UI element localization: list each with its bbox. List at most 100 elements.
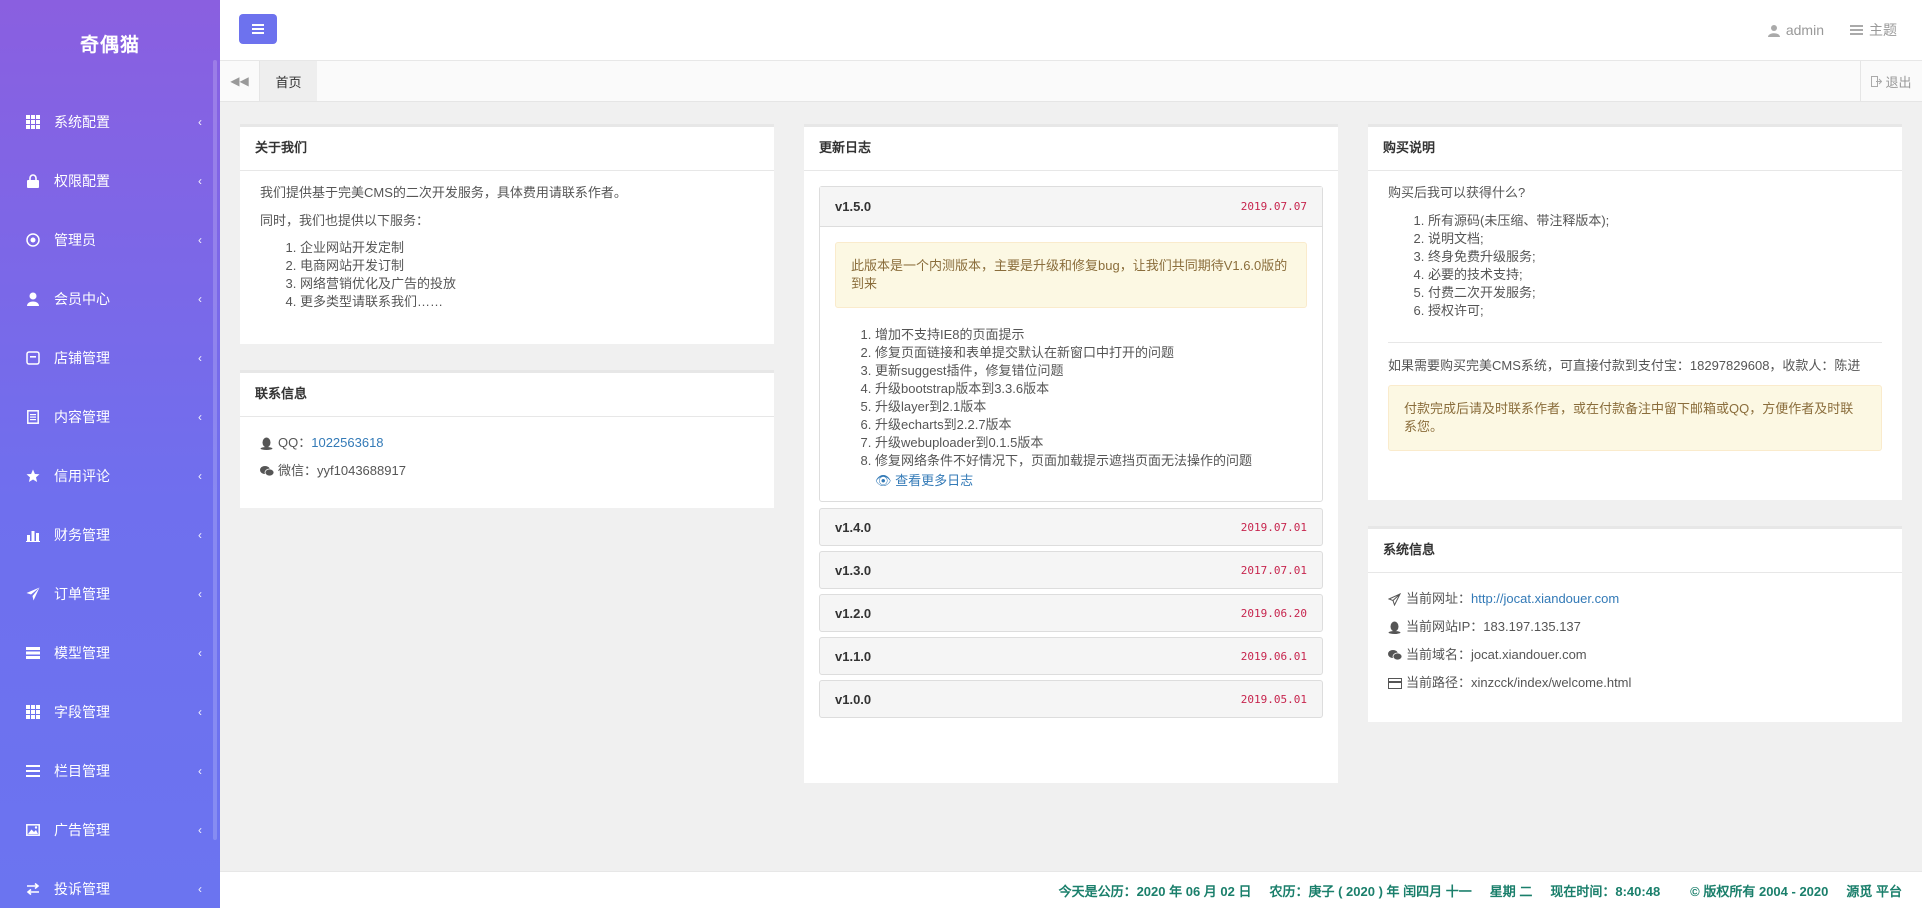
sidebar-item[interactable]: 订单管理 ‹ <box>0 564 220 623</box>
document-icon <box>24 408 42 426</box>
footer: 今天是公历：2020 年 06 月 02 日 农历：庚子 ( 2020 ) 年 … <box>220 871 1922 908</box>
version-date: 2017.07.01 <box>1240 563 1307 577</box>
changelog-panel: 更新日志 v1.5.0 2019.07.07 此版本是一个内测版本，主要是升级和… <box>804 124 1338 783</box>
sidebar-item-label: 权限配置 <box>54 172 110 189</box>
sidebar-item-label: 财务管理 <box>54 526 110 543</box>
version-panel-open: v1.5.0 2019.07.07 此版本是一个内测版本，主要是升级和修复bug… <box>819 186 1323 502</box>
brand-logo[interactable]: 奇偶猫 <box>0 0 220 92</box>
version-date: 2019.05.01 <box>1240 692 1307 706</box>
chevron-left-icon: ‹ <box>198 586 202 601</box>
sidebar-item[interactable]: 信用评论 ‹ <box>0 446 220 505</box>
sidebar-item-label: 信用评论 <box>54 467 110 484</box>
wechat-value: yyf1043688917 <box>317 463 406 478</box>
ip-value: 183.197.135.137 <box>1483 619 1581 634</box>
qq-label: QQ： <box>278 435 312 450</box>
exchange-icon <box>24 880 42 898</box>
sidebar-item[interactable]: 栏目管理 ‹ <box>0 741 220 800</box>
sidebar-item[interactable]: 店铺管理 ‹ <box>0 328 220 387</box>
qq-link[interactable]: 1022563618 <box>311 434 383 452</box>
sidebar-item-label: 管理员 <box>54 231 96 248</box>
wechat-icon <box>260 465 276 477</box>
sidebar-menu: 系统配置 ‹ 权限配置 ‹ 管理员 ‹ 会员中心 ‹ 店铺管理 ‹ 内容管理 ‹ 信用评论 ‹ 财务管理 ‹ 订… <box>0 92 220 908</box>
chevron-left-icon: ‹ <box>198 232 202 247</box>
sidebar-item-label: 会员中心 <box>54 290 110 307</box>
footer-platform: 源觅 平台 <box>1846 883 1902 899</box>
chevron-left-icon: ‹ <box>198 350 202 365</box>
store-icon <box>24 349 42 367</box>
more-log-link[interactable]: 👁 查看更多日志 <box>875 473 973 488</box>
path-label: 当前路径： <box>1406 675 1472 690</box>
menu-toggle-button[interactable] <box>239 14 277 44</box>
sidebar-item[interactable]: 财务管理 ‹ <box>0 505 220 564</box>
version-header[interactable]: v1.4.0 2019.07.01 <box>820 509 1322 545</box>
more-log-row: 👁 查看更多日志 <box>835 470 1307 489</box>
version-header[interactable]: v1.1.0 2019.06.01 <box>820 638 1322 674</box>
list-item: 修复页面链接和表单提交默认在新窗口中打开的问题 <box>875 344 1307 362</box>
sidebar-item[interactable]: 会员中心 ‹ <box>0 269 220 328</box>
tabs-bar: ◀◀ 首页 退出 <box>220 61 1922 102</box>
footer-copyright: © 版权所有 2004 - 2020 <box>1690 883 1829 899</box>
version-header[interactable]: v1.3.0 2017.07.01 <box>820 552 1322 588</box>
theme-button[interactable]: 主题 <box>1850 20 1897 40</box>
list-item: 升级echarts到2.2.7版本 <box>875 416 1307 434</box>
credit-card-icon <box>1388 677 1404 689</box>
sidebar-item[interactable]: 系统配置 ‹ <box>0 92 220 151</box>
version-number: v1.5.0 <box>835 199 872 214</box>
version-panel[interactable]: v1.0.0 2019.05.01 <box>819 680 1323 718</box>
list-icon <box>24 762 42 780</box>
purchase-title: 购买说明 <box>1368 127 1902 171</box>
sidebar-item[interactable]: 权限配置 ‹ <box>0 151 220 210</box>
bar-chart-icon <box>24 526 42 544</box>
purchase-panel: 购买说明 购买后我可以获得什么? 所有源码(未压缩、带注释版本); 说明文档; … <box>1368 124 1902 500</box>
sidebar-item[interactable]: 广告管理 ‹ <box>0 800 220 859</box>
footer-date: 今天是公历：2020 年 06 月 02 日 <box>1058 883 1252 899</box>
version-header[interactable]: v1.5.0 2019.07.07 <box>820 187 1322 227</box>
about-intro: 我们提供基于完美CMS的二次开发服务，具体费用请联系作者。 <box>260 185 627 200</box>
star-icon <box>24 467 42 485</box>
sidebar-item[interactable]: 字段管理 ‹ <box>0 682 220 741</box>
sidebar-item[interactable]: 管理员 ‹ <box>0 210 220 269</box>
divider <box>1388 342 1882 343</box>
send-icon <box>1388 592 1404 606</box>
list-item: 授权许可; <box>1428 302 1882 320</box>
lock-icon <box>24 172 42 190</box>
user-menu[interactable]: admin <box>1767 20 1824 40</box>
double-left-icon: ◀◀ <box>230 74 249 88</box>
sidebar-scrollbar[interactable] <box>213 60 217 840</box>
version-panel[interactable]: v1.2.0 2019.06.20 <box>819 594 1323 632</box>
tab-home[interactable]: 首页 <box>260 61 317 101</box>
version-panel[interactable]: v1.1.0 2019.06.01 <box>819 637 1323 675</box>
image-icon <box>24 821 42 839</box>
version-panel[interactable]: v1.3.0 2017.07.01 <box>819 551 1323 589</box>
logout-button[interactable]: 退出 <box>1860 61 1922 101</box>
version-number: v1.4.0 <box>835 519 872 535</box>
version-header[interactable]: v1.2.0 2019.06.20 <box>820 595 1322 631</box>
sidebar-item-label: 内容管理 <box>54 408 110 425</box>
user-name: admin <box>1785 22 1824 38</box>
sidebar-item-label: 系统配置 <box>54 113 110 130</box>
path-row: 当前路径： xinzcck/index/welcome.html <box>1388 669 1882 697</box>
chevron-left-icon: ‹ <box>198 645 202 660</box>
ip-label: 当前网站IP： <box>1406 619 1484 634</box>
chevron-left-icon: ‹ <box>198 527 202 542</box>
changelog-title: 更新日志 <box>804 127 1338 171</box>
list-item: 所有源码(未压缩、带注释版本); <box>1428 212 1882 230</box>
sidebar-item-label: 栏目管理 <box>54 762 110 779</box>
ip-row: 当前网站IP： 183.197.135.137 <box>1388 613 1882 641</box>
sidebar-item-label: 店铺管理 <box>54 349 110 366</box>
sidebar-item[interactable]: 内容管理 ‹ <box>0 387 220 446</box>
version-header[interactable]: v1.0.0 2019.05.01 <box>820 681 1322 717</box>
url-link[interactable]: http://jocat.xiandouer.com <box>1471 590 1619 608</box>
sidebar-item[interactable]: 模型管理 ‹ <box>0 623 220 682</box>
sidebar-item[interactable]: 投诉管理 ‹ <box>0 859 220 908</box>
version-panel[interactable]: v1.4.0 2019.07.01 <box>819 508 1323 546</box>
sidebar-item-label: 模型管理 <box>54 644 110 661</box>
version-list: v1.4.0 2019.07.01 v1.3.0 2017.07.01 v1.2.0 20… <box>804 508 1338 718</box>
list-item: 付费二次开发服务; <box>1428 284 1882 302</box>
about-title: 关于我们 <box>240 127 774 171</box>
tab-scroll-left-button[interactable]: ◀◀ <box>220 61 260 101</box>
eye-icon: 👁 <box>875 473 892 488</box>
list-item: 升级webuploader到0.1.5版本 <box>875 434 1307 452</box>
list-item: 修复网络条件不好情况下，页面加载提示遮挡页面无法操作的问题 <box>875 452 1307 470</box>
hamburger-icon <box>252 28 264 30</box>
